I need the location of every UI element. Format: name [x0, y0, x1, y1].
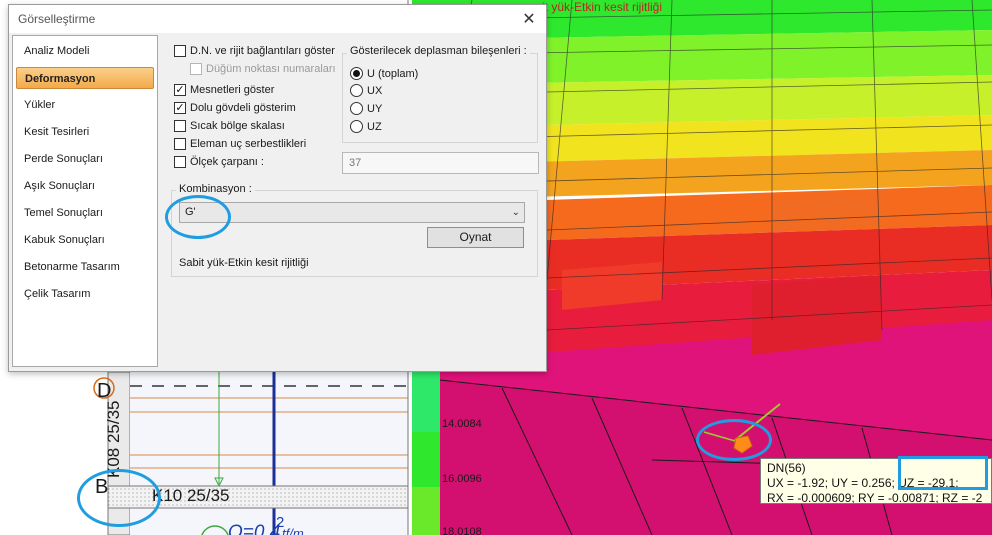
checkbox-icon [174, 138, 186, 150]
displacement-group-title: Gösterilecek deplasman bileşenleri : [347, 45, 530, 57]
contour-legend-bar [412, 372, 440, 535]
radio-icon [350, 120, 363, 133]
option-show-supports[interactable]: ✓ Mesnetleri göster [174, 84, 274, 96]
dialog-titlebar[interactable]: Görselleştirme ✕ [9, 5, 546, 33]
close-icon[interactable]: ✕ [512, 5, 546, 33]
nav-item-analiz-modeli[interactable]: Analiz Modeli [16, 40, 154, 62]
radio-icon [350, 84, 363, 97]
chevron-down-icon: ⌄ [511, 207, 520, 218]
visualization-dialog: Görselleştirme ✕ Analiz Modeli Deformasy… [8, 4, 547, 372]
annotation-beam-highlight [77, 469, 161, 527]
option-dn-rigid-links[interactable]: D.N. ve rijit bağlantıları göster [174, 45, 335, 57]
radio-uy[interactable]: UY [350, 102, 382, 115]
annotation-combination-highlight [165, 195, 231, 239]
nav-item-kabuk-sonuclari[interactable]: Kabuk Sonuçları [16, 229, 154, 251]
nav-item-betonarme-tasarim[interactable]: Betonarme Tasarım [16, 256, 154, 278]
option-solid-web[interactable]: ✓ Dolu gövdeli gösterim [174, 102, 296, 114]
scale-factor-input[interactable]: 37 [342, 152, 539, 174]
radio-u-total[interactable]: U (toplam) [350, 67, 418, 80]
option-hot-zone-scale[interactable]: Sıcak bölge skalası [174, 120, 285, 132]
cad-beam-label-k10: K10 25/35 [152, 486, 230, 505]
radio-icon [350, 102, 363, 115]
annotation-uz-highlight [898, 456, 988, 490]
radio-ux[interactable]: UX [350, 84, 382, 97]
nav-item-deformasyon[interactable]: Deformasyon [16, 67, 154, 89]
annotation-node-highlight [696, 419, 772, 461]
option-member-releases[interactable]: Eleman uç serbestlikleri [174, 138, 306, 150]
legend-value: 16.0096 [442, 473, 482, 485]
contour-legend [412, 372, 440, 535]
radio-uz[interactable]: UZ [350, 120, 382, 133]
option-node-numbers[interactable]: Düğüm noktası numaraları [190, 63, 336, 75]
legend-value: 14.0084 [442, 418, 482, 430]
nav-item-celik-tasarim[interactable]: Çelik Tasarım [16, 283, 154, 305]
checkbox-icon [174, 156, 186, 168]
tooltip-rotations: RX = -0.000609; RY = -0.00871; RZ = -2 [767, 491, 983, 504]
combination-group-title: Kombinasyon : [176, 183, 255, 195]
nav-item-temel-sonuclari[interactable]: Temel Sonuçları [16, 202, 154, 224]
view-caption: it yük-Etkin kesit rijitliği [542, 0, 663, 14]
cad-load-label: Q=0.4 [228, 522, 281, 535]
checkbox-icon [174, 120, 186, 132]
checkbox-checked-icon: ✓ [174, 101, 186, 114]
checkbox-checked-icon: ✓ [174, 83, 186, 96]
checkbox-icon [190, 63, 202, 75]
cad-load-unit: tf/m [282, 526, 304, 535]
radio-selected-icon [350, 67, 363, 80]
dialog-title: Görselleştirme [18, 12, 96, 26]
legend-value: 18.0108 [442, 526, 482, 535]
nav-item-yukler[interactable]: Yükler [16, 94, 154, 116]
nav-item-kesit-tesirleri[interactable]: Kesit Tesirleri [16, 121, 154, 143]
checkbox-icon [174, 45, 186, 57]
option-scale-factor[interactable]: Ölçek çarpanı : [174, 156, 264, 168]
nav-item-asik-sonuclari[interactable]: Aşık Sonuçları [16, 175, 154, 197]
stiffness-note: Sabit yük-Etkin kesit rijitliği [179, 257, 309, 269]
play-button[interactable]: Oynat [427, 227, 524, 248]
combination-select[interactable]: G' ⌄ [179, 202, 525, 223]
cad-beam-label-k08: K08 25/35 [104, 400, 123, 478]
category-list: Analiz Modeli Deformasyon Yükler Kesit T… [12, 35, 158, 367]
nav-item-perde-sonuclari[interactable]: Perde Sonuçları [16, 148, 154, 170]
